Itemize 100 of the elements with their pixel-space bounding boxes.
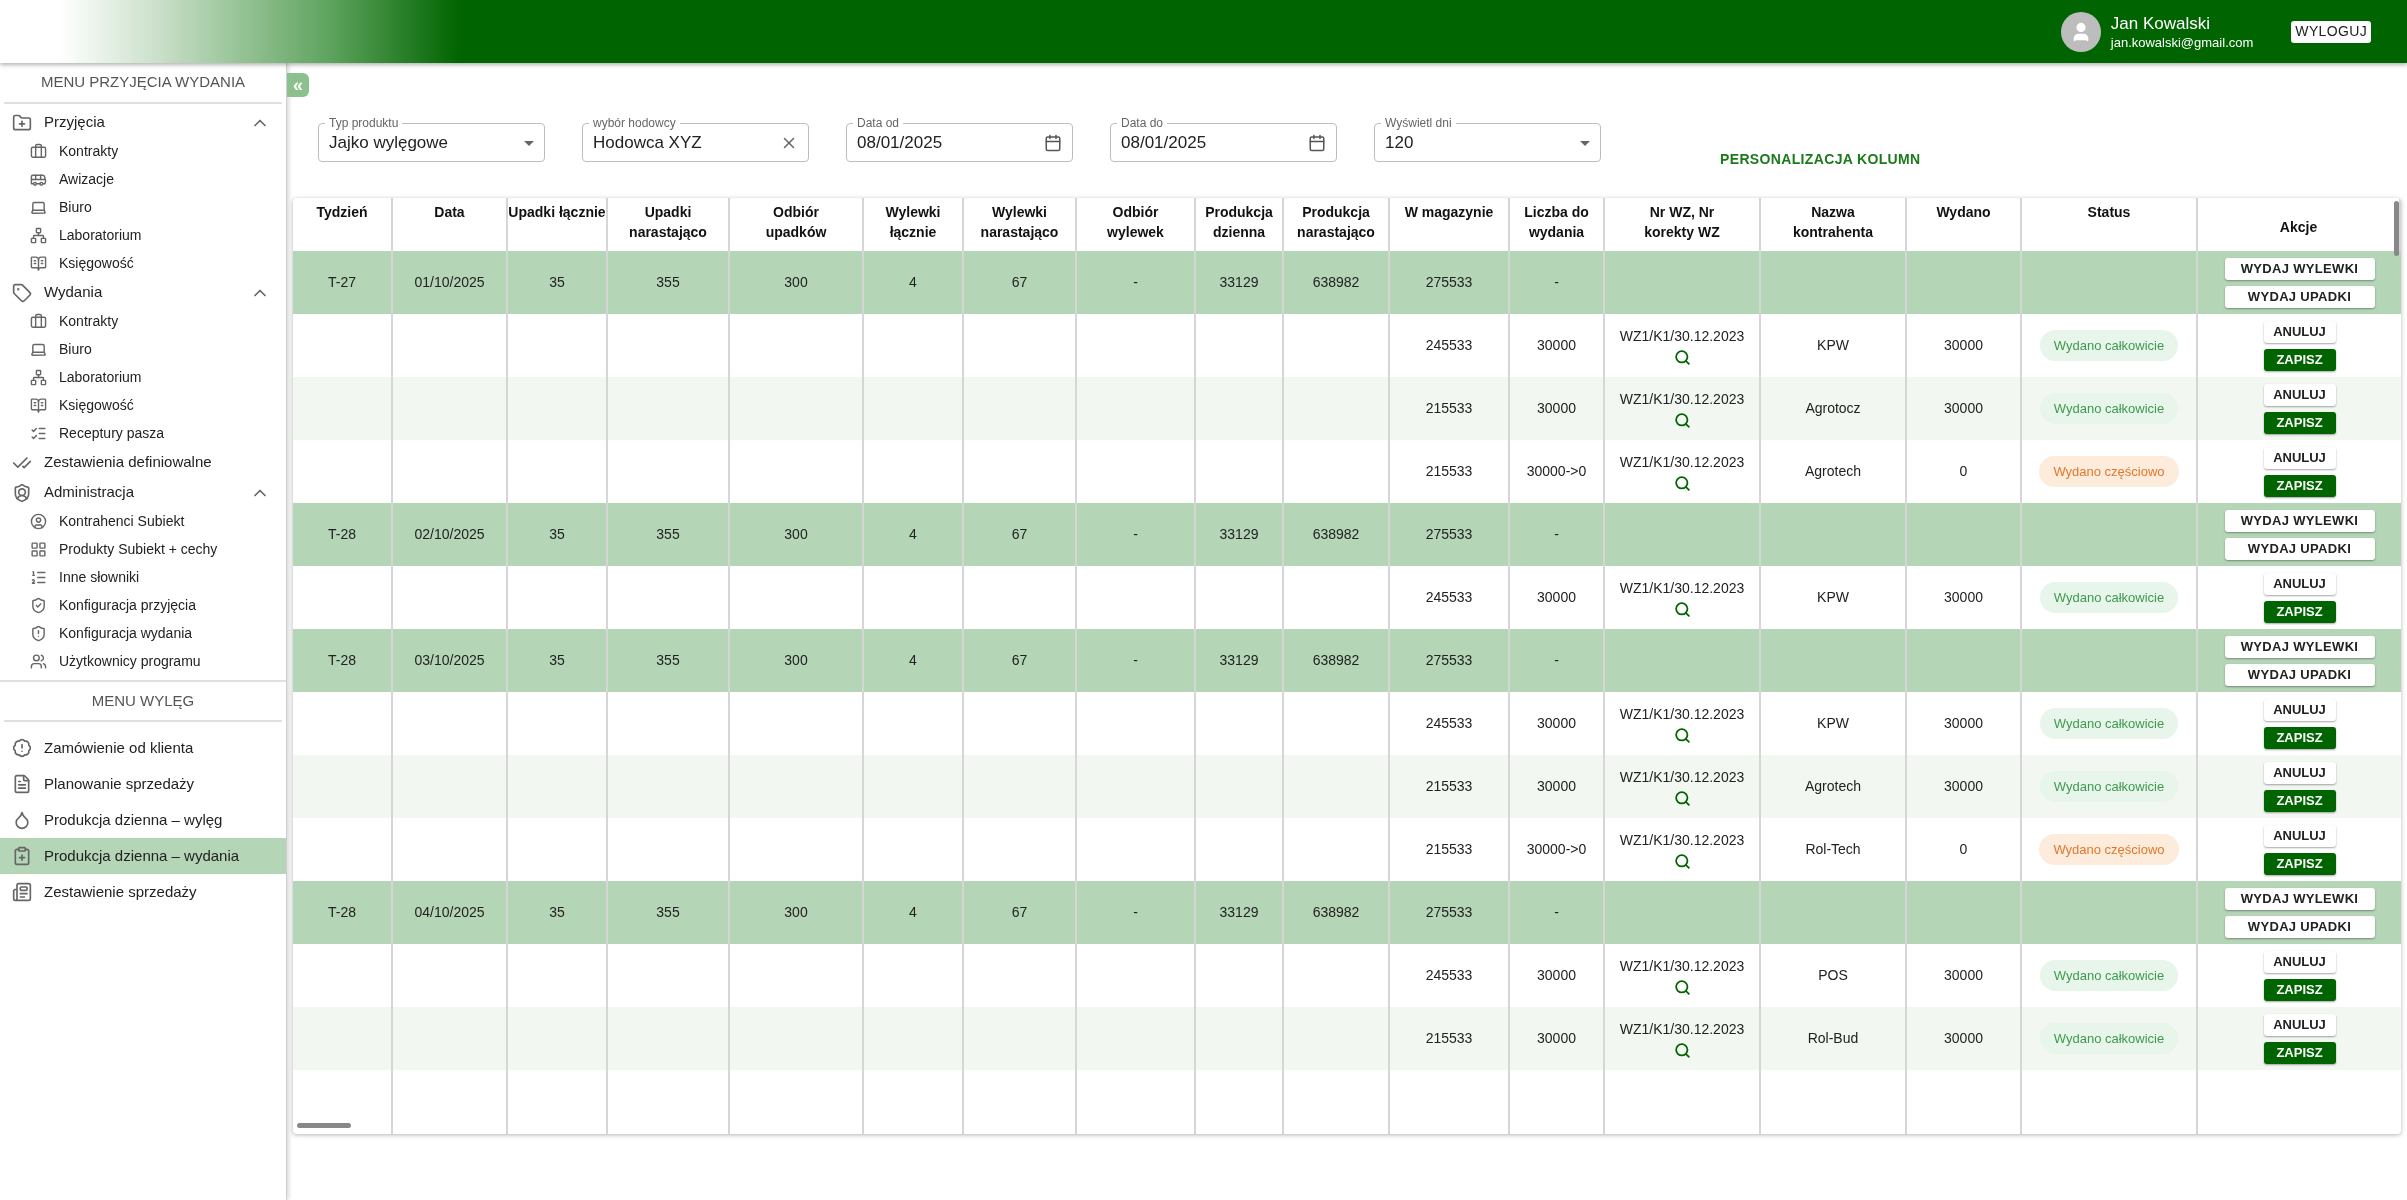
- save-button[interactable]: ZAPISZ: [2263, 978, 2336, 1001]
- scrollbar-thumb[interactable]: [297, 1123, 351, 1128]
- menu-item[interactable]: Zestawienie sprzedaży: [0, 874, 286, 910]
- table-cell-text: WZ1/K1/30.12.2023: [1619, 326, 1745, 346]
- menu-item[interactable]: Zestawienia definiowalne: [0, 447, 286, 478]
- save-button[interactable]: ZAPISZ: [2263, 474, 2336, 497]
- save-button[interactable]: ZAPISZ: [2263, 411, 2336, 434]
- table-cell-text: 33129: [1219, 525, 1259, 544]
- cancel-button[interactable]: ANULUJ: [2263, 320, 2336, 343]
- personalize-columns-link[interactable]: PERSONALIZACJA KOLUMN: [1720, 149, 1921, 170]
- menu-item[interactable]: Produkcja dzienna – wydania: [0, 838, 286, 874]
- cancel-button[interactable]: ANULUJ: [2263, 383, 2336, 406]
- column-header: Wydano: [1936, 203, 1991, 222]
- column-header: Data: [434, 203, 465, 222]
- column-header: Produkcja dzienna: [1204, 203, 1274, 242]
- scrollbar-thumb[interactable]: [2394, 201, 2399, 256]
- menu-item[interactable]: Administracja: [0, 477, 286, 508]
- filter-field[interactable]: Typ produktu Jajko wylęgowe: [318, 117, 545, 162]
- issue-button[interactable]: WYDAJ UPADKI: [2224, 285, 2375, 308]
- table-cell-text: Rol-Tech: [1805, 840, 1861, 859]
- status-chip: Wydano całkowicie: [2039, 1022, 2179, 1055]
- issue-button[interactable]: WYDAJ WYLEWKI: [2224, 257, 2375, 280]
- issue-button[interactable]: WYDAJ WYLEWKI: [2224, 635, 2375, 658]
- search-icon[interactable]: [1673, 1041, 1691, 1059]
- search-icon[interactable]: [1673, 789, 1691, 807]
- avatar-icon[interactable]: [2060, 11, 2101, 52]
- book-icon: [30, 397, 47, 414]
- submenu-item[interactable]: Konfiguracja przyjęcia: [0, 591, 286, 620]
- issue-button[interactable]: WYDAJ WYLEWKI: [2224, 509, 2375, 532]
- table-cell-text: 67: [1011, 651, 1028, 670]
- cancel-button[interactable]: ANULUJ: [2263, 950, 2336, 973]
- table-cell-text: Agrotech: [1804, 462, 1861, 481]
- submenu-item[interactable]: Laboratorium: [0, 363, 286, 392]
- table-cell-text: -: [1133, 525, 1138, 544]
- table-cell-text: -: [1554, 651, 1559, 670]
- issue-button[interactable]: WYDAJ WYLEWKI: [2224, 887, 2375, 910]
- shield-check-icon: [30, 597, 47, 614]
- search-icon[interactable]: [1673, 474, 1691, 492]
- submenu-item[interactable]: Księgowość: [0, 249, 286, 278]
- cancel-button[interactable]: ANULUJ: [2263, 446, 2336, 469]
- menu-item[interactable]: Przyjęcia: [0, 107, 286, 138]
- calendar-icon[interactable]: [1308, 134, 1326, 152]
- submenu-item[interactable]: Kontrakty: [0, 137, 286, 166]
- cancel-button[interactable]: ANULUJ: [2263, 572, 2336, 595]
- logout-button[interactable]: WYLOGUJ: [2291, 20, 2371, 43]
- table-cell-text: WZ1/K1/30.12.2023: [1619, 767, 1745, 787]
- submenu-item[interactable]: Biuro: [0, 335, 286, 364]
- cancel-button[interactable]: ANULUJ: [2263, 824, 2336, 847]
- submenu-item[interactable]: Użytkownicy programu: [0, 647, 286, 676]
- book-icon: [30, 255, 47, 272]
- filter-field[interactable]: Wyświetl dni 120: [1374, 117, 1601, 162]
- clipboard-plus-icon: [12, 846, 32, 866]
- search-icon[interactable]: [1673, 600, 1691, 618]
- search-icon[interactable]: [1673, 852, 1691, 870]
- save-button[interactable]: ZAPISZ: [2263, 600, 2336, 623]
- search-icon[interactable]: [1673, 726, 1691, 744]
- submenu-item[interactable]: Laboratorium: [0, 221, 286, 250]
- cancel-button[interactable]: ANULUJ: [2263, 698, 2336, 721]
- issue-button[interactable]: WYDAJ UPADKI: [2224, 537, 2375, 560]
- table-cell-text: 355: [656, 525, 680, 544]
- search-icon[interactable]: [1673, 978, 1691, 996]
- submenu-item[interactable]: Awizacje: [0, 165, 286, 194]
- submenu-item[interactable]: Biuro: [0, 193, 286, 222]
- save-button[interactable]: ZAPISZ: [2263, 726, 2336, 749]
- table-cell-text: 300: [784, 651, 808, 670]
- table-cell-text: 275533: [1425, 273, 1473, 292]
- submenu-item[interactable]: Inne słowniki: [0, 563, 286, 592]
- submenu-item[interactable]: Produkty Subiekt + cechy: [0, 535, 286, 564]
- table-cell-text: 03/10/2025: [414, 651, 485, 670]
- menu-item[interactable]: Zamówienie od klienta: [0, 730, 286, 766]
- submenu-item[interactable]: Kontrahenci Subiekt: [0, 507, 286, 536]
- submenu-item[interactable]: Kontrakty: [0, 307, 286, 336]
- submenu-item[interactable]: Księgowość: [0, 391, 286, 420]
- save-button[interactable]: ZAPISZ: [2263, 348, 2336, 371]
- filter-field[interactable]: Data od 08/01/2025: [846, 117, 1073, 162]
- table-cell-text: 35: [549, 903, 565, 922]
- save-button[interactable]: ZAPISZ: [2263, 852, 2336, 875]
- column-header: Produkcja narastająco: [1296, 203, 1376, 242]
- issue-button[interactable]: WYDAJ UPADKI: [2224, 915, 2375, 938]
- search-icon[interactable]: [1673, 348, 1691, 366]
- table-cell-text: 275533: [1425, 525, 1473, 544]
- menu-item[interactable]: Planowanie sprzedaży: [0, 766, 286, 802]
- save-button[interactable]: ZAPISZ: [2263, 789, 2336, 812]
- filter-field[interactable]: Data do 08/01/2025: [1110, 117, 1337, 162]
- calendar-icon[interactable]: [1044, 134, 1062, 152]
- filter-field[interactable]: wybór hodowcy Hodowca XYZ: [582, 117, 809, 162]
- table-cell-text: 01/10/2025: [414, 273, 485, 292]
- table-cell-text: 4: [909, 651, 917, 670]
- search-icon[interactable]: [1673, 411, 1691, 429]
- cancel-button[interactable]: ANULUJ: [2263, 1013, 2336, 1036]
- issue-button[interactable]: WYDAJ UPADKI: [2224, 663, 2375, 686]
- menu-item[interactable]: Produkcja dzienna – wylęg: [0, 802, 286, 838]
- table-cell-text: 67: [1011, 525, 1028, 544]
- menu-item[interactable]: Wydania: [0, 277, 286, 308]
- table-cell-text: T-28: [328, 651, 356, 670]
- save-button[interactable]: ZAPISZ: [2263, 1041, 2336, 1064]
- submenu-item[interactable]: Receptury pasza: [0, 419, 286, 448]
- cancel-button[interactable]: ANULUJ: [2263, 761, 2336, 784]
- table-cell-text: 300: [784, 273, 808, 292]
- submenu-item[interactable]: Konfiguracja wydania: [0, 619, 286, 648]
